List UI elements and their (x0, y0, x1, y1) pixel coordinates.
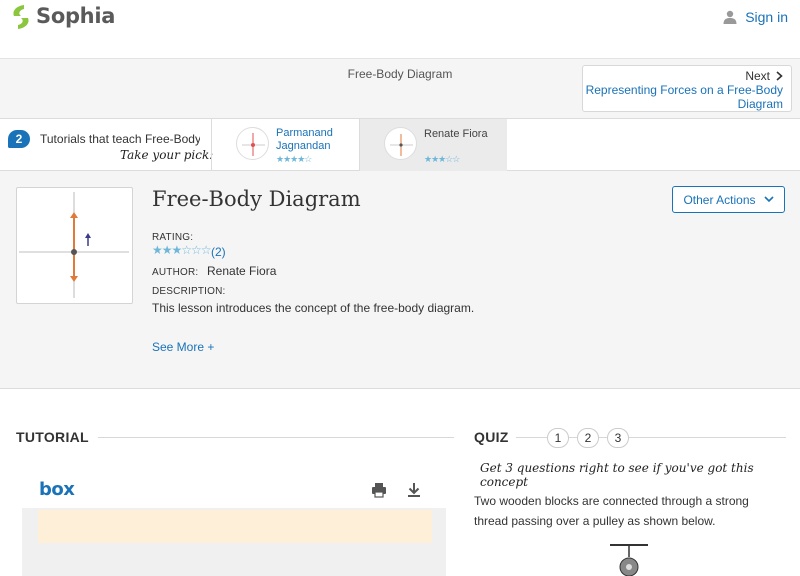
sophia-leaf-icon (10, 4, 32, 29)
user-icon (723, 10, 737, 24)
tutorials-bar: 2 Tutorials that teach Free-Body Diagram… (0, 118, 800, 172)
lesson-info-panel: Free-Body Diagram Other Actions RATING: … (0, 171, 800, 389)
tutorial-count-badge: 2 (8, 130, 30, 148)
take-your-pick-label: Take your pick: (120, 148, 214, 162)
quiz-tagline: Get 3 questions right to see if you've g… (480, 461, 754, 489)
quiz-question-text: Two wooden blocks are connected through … (474, 494, 749, 528)
author-name: Renate Fiora (207, 264, 277, 278)
sign-in-label: Sign in (745, 9, 788, 25)
tutorial-divider (98, 437, 454, 438)
lesson-description: This lesson introduces the concept of th… (152, 301, 475, 315)
brand-name: Sophia (36, 4, 116, 28)
other-actions-label: Other Actions (683, 192, 756, 207)
tutor-rating-stars: ★★★☆☆ (424, 154, 460, 164)
box-logo: box (39, 479, 75, 500)
lesson-thumbnail (16, 187, 133, 304)
tutor-rating-stars: ★★★★☆ (276, 154, 312, 164)
download-icon[interactable] (407, 482, 421, 498)
chevron-right-icon (776, 71, 783, 81)
description-label: DESCRIPTION: (152, 286, 226, 297)
pulley-diagram (610, 544, 648, 576)
site-header: Sophia Sign in (0, 0, 800, 36)
quiz-question-1[interactable]: 1 (547, 428, 569, 448)
tutorial-heading: TUTORIAL (16, 429, 89, 445)
rating-count[interactable]: (2) (211, 245, 226, 259)
next-lesson-title: Representing Forces on a Free-Body (585, 83, 783, 97)
other-actions-dropdown[interactable]: Other Actions (672, 186, 785, 213)
quiz-question-2[interactable]: 2 (577, 428, 599, 448)
next-lesson-button[interactable]: Next Representing Forces on a Free-Body … (582, 65, 792, 112)
quiz-heading: QUIZ (474, 429, 509, 445)
next-label: Next (745, 69, 770, 83)
chevron-down-icon (763, 196, 774, 203)
tutor-name: Parmanand Jagnandan (276, 127, 333, 152)
box-document-viewer: box (22, 473, 446, 576)
see-more-link[interactable]: See More + (152, 340, 214, 354)
lesson-title-bar: Free-Body Diagram Next Representing Forc… (0, 58, 800, 118)
sophia-logo[interactable]: Sophia (10, 4, 116, 29)
sign-in-link[interactable]: Sign in (723, 9, 788, 25)
rating-label: RATING: (152, 232, 194, 243)
tutor-card-renate[interactable]: Renate Fiora ★★★☆☆ (359, 119, 507, 172)
next-lesson-title-line2: Diagram (737, 97, 783, 111)
author-label: AUTHOR: (152, 267, 199, 278)
tutor-name: Renate Fiora (424, 128, 488, 140)
quiz-question-3[interactable]: 3 (607, 428, 629, 448)
rating-stars[interactable]: ★★★☆☆☆ (152, 243, 212, 257)
lesson-title: Free-Body Diagram (152, 187, 361, 211)
tutor-thumbnail (236, 127, 269, 160)
print-icon[interactable] (371, 482, 387, 498)
document-page (38, 510, 432, 543)
tutor-thumbnail (384, 127, 417, 160)
tutor-card-parmanand[interactable]: Parmanand Jagnandan ★★★★☆ (211, 119, 359, 172)
tutorials-label: Tutorials that teach Free-Body Diagram (40, 132, 200, 146)
